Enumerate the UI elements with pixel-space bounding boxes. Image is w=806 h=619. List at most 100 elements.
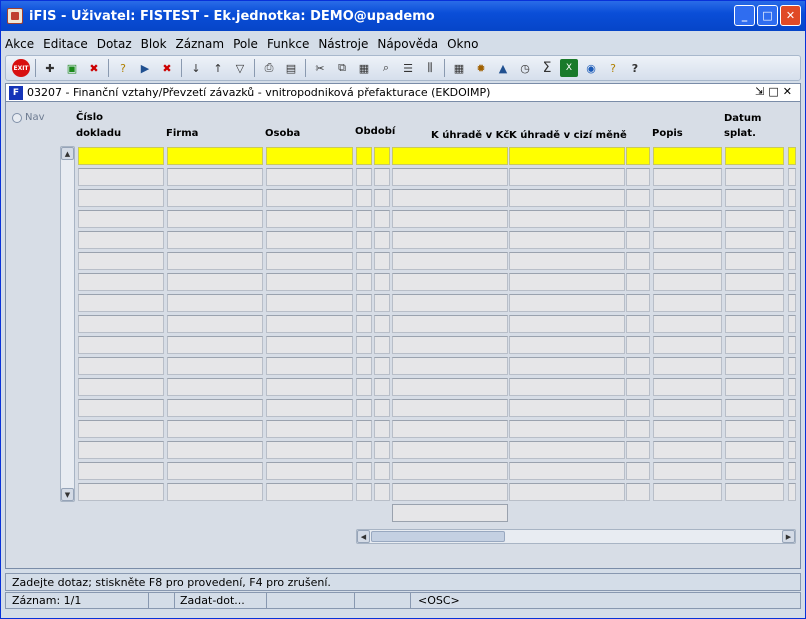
grid-cell[interactable]: [788, 315, 796, 333]
grid-cell[interactable]: [167, 483, 263, 501]
grid-cell[interactable]: [78, 294, 164, 312]
grid-cell[interactable]: [788, 336, 796, 354]
grid-cell[interactable]: [725, 357, 784, 375]
grid-cell[interactable]: [725, 483, 784, 501]
grid-cell[interactable]: [266, 252, 353, 270]
grid-cell[interactable]: [509, 315, 625, 333]
copy-icon[interactable]: ⧉: [333, 59, 351, 77]
grid-cell[interactable]: [167, 462, 263, 480]
grid-cell[interactable]: [266, 168, 353, 186]
grid-cell[interactable]: [266, 420, 353, 438]
grid-cell[interactable]: [374, 252, 390, 270]
grid-cell[interactable]: [725, 273, 784, 291]
menu-zaznam[interactable]: Záznam: [176, 37, 225, 51]
sort-asc-icon[interactable]: ↓: [187, 59, 205, 77]
clock-icon[interactable]: ◷: [516, 59, 534, 77]
grid-cell[interactable]: [788, 441, 796, 459]
grid-cell[interactable]: [653, 336, 722, 354]
grid-cell[interactable]: [374, 231, 390, 249]
grid-cell[interactable]: [392, 420, 508, 438]
grid-cell[interactable]: [653, 420, 722, 438]
grid-cell[interactable]: [356, 210, 372, 228]
menu-okno[interactable]: Okno: [447, 37, 478, 51]
grid-cell[interactable]: [626, 357, 650, 375]
grid-cell[interactable]: [509, 147, 625, 165]
grid-cell[interactable]: [78, 168, 164, 186]
grid-cell[interactable]: [167, 420, 263, 438]
grid-cell[interactable]: [78, 252, 164, 270]
print-preview-icon[interactable]: ▤: [282, 59, 300, 77]
find-icon[interactable]: ⌕: [377, 59, 395, 77]
grid-cell[interactable]: [356, 231, 372, 249]
grid-cell[interactable]: [509, 399, 625, 417]
grid-cell[interactable]: [725, 147, 784, 165]
grid-cell[interactable]: [167, 294, 263, 312]
grid-cell[interactable]: [266, 210, 353, 228]
grid-cell[interactable]: [626, 399, 650, 417]
nav-radio[interactable]: Nav: [12, 112, 45, 123]
grid-cell[interactable]: [167, 252, 263, 270]
grid-cell[interactable]: [266, 273, 353, 291]
scroll-down-icon[interactable]: ▼: [61, 488, 74, 501]
grid-cell[interactable]: [356, 294, 372, 312]
grid-cell[interactable]: [167, 378, 263, 396]
grid-cell[interactable]: [167, 336, 263, 354]
grid-cell[interactable]: [653, 168, 722, 186]
grid-cell[interactable]: [374, 147, 390, 165]
grid-cell[interactable]: [509, 273, 625, 291]
scroll-left-icon[interactable]: ◀: [357, 530, 370, 543]
grid-cell[interactable]: [374, 273, 390, 291]
grid-cell[interactable]: [374, 483, 390, 501]
grid-cell[interactable]: [509, 483, 625, 501]
grid-cell[interactable]: [356, 420, 372, 438]
grid-cell[interactable]: [374, 189, 390, 207]
menu-nastroje[interactable]: Nástroje: [318, 37, 368, 51]
grid-cell[interactable]: [626, 252, 650, 270]
grid-cell[interactable]: [266, 462, 353, 480]
grid-cell[interactable]: [167, 273, 263, 291]
query-execute-icon[interactable]: ▶: [136, 59, 154, 77]
grid-cell[interactable]: [509, 420, 625, 438]
grid-cell[interactable]: [788, 483, 796, 501]
grid-cell[interactable]: [78, 462, 164, 480]
grid-cell[interactable]: [392, 378, 508, 396]
scroll-thumb[interactable]: [371, 531, 505, 542]
grid-cell[interactable]: [509, 231, 625, 249]
grid-cell[interactable]: [653, 378, 722, 396]
grid-cell[interactable]: [356, 273, 372, 291]
grid-cell[interactable]: [509, 294, 625, 312]
clear-record-icon[interactable]: ✖: [85, 59, 103, 77]
sort-desc-icon[interactable]: ↑: [209, 59, 227, 77]
grid-cell[interactable]: [78, 441, 164, 459]
grid-cell[interactable]: [167, 168, 263, 186]
menu-dotaz[interactable]: Dotaz: [97, 37, 132, 51]
grid-cell[interactable]: [392, 147, 508, 165]
grid-cell[interactable]: [788, 378, 796, 396]
grid-cell[interactable]: [266, 483, 353, 501]
grid-cell[interactable]: [509, 252, 625, 270]
grid-cell[interactable]: [725, 231, 784, 249]
grid-cell[interactable]: [167, 147, 263, 165]
grid-cell[interactable]: [509, 357, 625, 375]
grid-cell[interactable]: [167, 399, 263, 417]
grid-cell[interactable]: [788, 357, 796, 375]
menu-napoveda[interactable]: Nápověda: [377, 37, 438, 51]
grid-cell[interactable]: [653, 441, 722, 459]
grid-cell[interactable]: [374, 336, 390, 354]
insert-record-icon[interactable]: ✚: [41, 59, 59, 77]
grid-cell[interactable]: [788, 210, 796, 228]
grid-cell[interactable]: [392, 357, 508, 375]
grid-cell[interactable]: [78, 483, 164, 501]
grid-cell[interactable]: [725, 210, 784, 228]
grid-cell[interactable]: [626, 273, 650, 291]
scroll-up-icon[interactable]: ▲: [61, 147, 74, 160]
grid-cell[interactable]: [509, 441, 625, 459]
menu-blok[interactable]: Blok: [141, 37, 167, 51]
grid-cell[interactable]: [653, 252, 722, 270]
grid-cell[interactable]: [725, 378, 784, 396]
grid-cell[interactable]: [725, 399, 784, 417]
grid-cell[interactable]: [626, 147, 650, 165]
grid-cell[interactable]: [626, 189, 650, 207]
grid-cell[interactable]: [653, 189, 722, 207]
grid-cell[interactable]: [356, 168, 372, 186]
